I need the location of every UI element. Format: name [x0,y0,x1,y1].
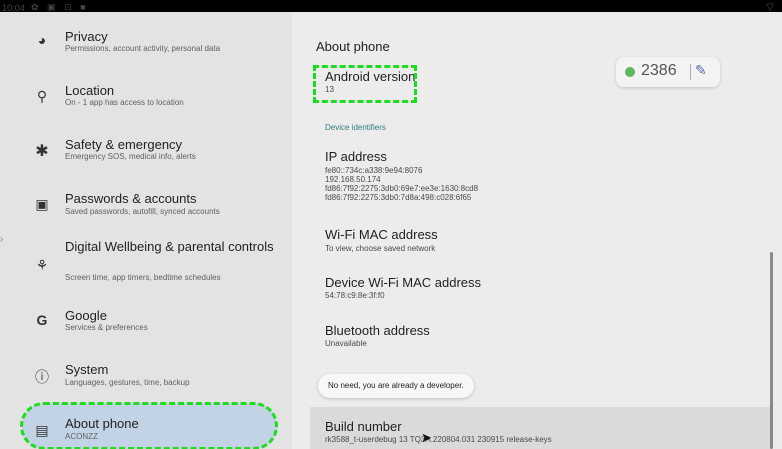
location-icon: ⚲ [36,88,48,104]
pref-value-line: fe80::734c:a338:9e94:8076 [325,166,423,175]
nav-item-subtitle: Languages, gestures, time, backup [65,378,190,387]
nav-item-subtitle: Emergency SOS, medical info, alerts [65,152,196,161]
pref-value-line: fd86:7f92:2275:3db0:7d8a:498:c028:6f65 [325,193,472,202]
nav-item-subtitle: On - 1 app has access to location [65,98,184,107]
account-box-icon: ▣ [35,196,49,212]
floating-counter-badge[interactable]: 2386 ✎ [616,57,720,87]
emergency-asterisk-icon: ✱ [35,143,49,160]
pref-title: Device Wi-Fi MAC address [325,275,482,290]
developer-toast: No need, you are already a developer. [318,374,474,398]
pen-icon[interactable]: ✎ [695,62,707,79]
pref-value-line: 192.168.50.174 [325,175,381,184]
nav-item-title: Digital Wellbeing & parental controls [65,239,274,254]
nav-item-title: System [65,362,109,377]
privacy-icon: ◕ [37,32,47,48]
nav-item-subtitle: Saved passwords, autofill, synced accoun… [65,207,220,216]
badge-divider [690,64,691,80]
pref-value: rk3588_t-userdebug 13 TQ3A.220804.031 23… [325,435,552,444]
nav-item-title: Google [65,308,107,323]
status-dot [625,67,635,77]
status-time: 10:04 [2,3,26,13]
section-label: Device identifiers [325,123,386,132]
scrollbar[interactable] [770,252,773,449]
nav-item-subtitle: Screen time, app timers, bedtime schedul… [65,273,221,282]
highlight-marker-android-version [313,65,417,103]
pref-value: 54:78:c9:8e:3f:f0 [325,291,385,300]
wifi-icon: ▽ [766,2,774,13]
wellbeing-icon: ⚘ [35,257,49,273]
status-bar: 10:04 ✿ ▣ ⊡ ■ ▽ [0,0,782,16]
notification-icons: ✿ ▣ ⊡ ■ [31,2,89,12]
pref-value-line: fd86:7f92:2275:3db0:69e7:ee3e:1630:8cd8 [325,184,479,193]
page-title: About phone [316,39,390,54]
nav-item-subtitle: Permissions, account activity, personal … [65,44,221,53]
pref-title: Build number [325,419,402,434]
mouse-cursor-icon: ➤ [421,430,432,445]
pane-edge-indicator: › [0,234,4,245]
highlight-marker-about-phone [20,402,278,449]
pref-value: To view, choose saved network [325,244,436,253]
nav-item-title: Safety & emergency [65,137,183,152]
settings-nav-pane: ◕ Privacy Permissions, account activity,… [0,12,292,449]
pref-title: IP address [325,149,387,164]
pref-title: Bluetooth address [325,323,430,338]
nav-item-title: Passwords & accounts [65,191,197,206]
nav-item-title: Privacy [65,29,108,44]
info-icon: ⓘ [35,369,49,385]
counter-value: 2386 [641,62,677,79]
settings-screen: ◕ Privacy Permissions, account activity,… [0,12,782,449]
nav-item-subtitle: Services & preferences [65,323,148,332]
google-icon: G [36,312,48,328]
pref-title: Wi-Fi MAC address [325,227,438,242]
nav-item-title: Location [65,83,115,98]
pref-value: Unavailable [325,339,367,348]
